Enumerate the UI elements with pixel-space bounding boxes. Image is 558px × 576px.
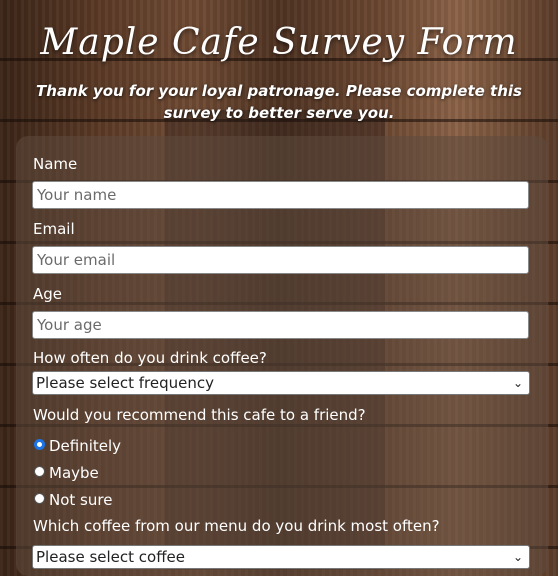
frequency-select-value: Please select frequency bbox=[36, 374, 215, 392]
radio-option-definitely[interactable]: Definitely bbox=[34, 436, 121, 456]
radio-button[interactable] bbox=[34, 466, 45, 477]
email-input[interactable] bbox=[32, 246, 529, 274]
radio-option-label: Not sure bbox=[49, 491, 113, 509]
email-label: Email bbox=[33, 220, 75, 238]
chevron-down-icon: ⌄ bbox=[512, 550, 523, 564]
name-input[interactable] bbox=[32, 181, 529, 209]
frequency-label: How often do you drink coffee? bbox=[33, 349, 267, 367]
radio-button-checked[interactable] bbox=[34, 439, 45, 450]
radio-button[interactable] bbox=[34, 493, 45, 504]
radio-option-label: Maybe bbox=[49, 464, 99, 482]
radio-option-label: Definitely bbox=[49, 437, 122, 455]
frequency-select[interactable]: Please select frequency ⌄ bbox=[32, 371, 530, 395]
page-title: Maple Cafe Survey Form bbox=[40, 22, 518, 63]
coffee-label: Which coffee from our menu do you drink … bbox=[33, 517, 440, 535]
page-header: Maple Cafe Survey Form Thank you for you… bbox=[0, 0, 558, 124]
radio-option-maybe[interactable]: Maybe bbox=[34, 463, 99, 483]
coffee-select-value: Please select coffee bbox=[36, 548, 185, 566]
radio-option-not-sure[interactable]: Not sure bbox=[34, 490, 112, 510]
chevron-down-icon: ⌄ bbox=[512, 376, 523, 390]
age-label: Age bbox=[33, 285, 63, 303]
age-input[interactable] bbox=[32, 311, 529, 339]
page-subtitle: Thank you for your loyal patronage. Plea… bbox=[36, 82, 522, 122]
recommend-label: Would you recommend this cafe to a frien… bbox=[33, 406, 366, 424]
name-label: Name bbox=[33, 155, 78, 173]
coffee-select[interactable]: Please select coffee ⌄ bbox=[32, 545, 530, 569]
